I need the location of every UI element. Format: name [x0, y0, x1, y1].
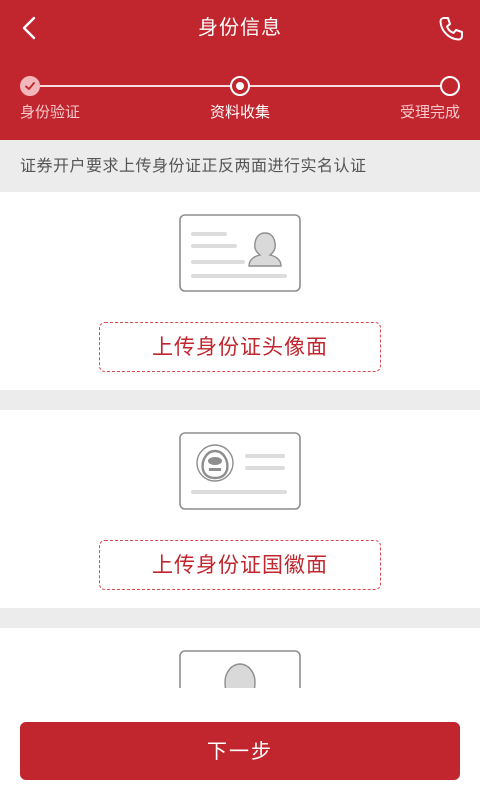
id-card-emblem-icon: [179, 432, 301, 510]
check-icon: [25, 82, 35, 90]
nav-bar: 身份信息: [0, 0, 480, 56]
step-3-label: 受理完成: [399, 103, 460, 121]
step-3-dot: [440, 76, 460, 96]
id-card-photo-icon: [179, 650, 301, 688]
upload-emblem-button[interactable]: 上传身份证国徽面: [99, 540, 381, 590]
step-1-dot: [20, 76, 40, 96]
notice-text: 证券开户要求上传身份证正反两面进行实名认证: [0, 140, 480, 192]
upload-card-portrait: 上传身份证头像面: [0, 192, 480, 390]
next-step-button[interactable]: 下一步: [20, 722, 460, 780]
id-card-portrait-icon: [179, 214, 301, 292]
step-2-dot: [230, 76, 250, 96]
footer: 下一步: [0, 688, 480, 800]
header: 身份信息 身份验证 资料收集 受理完成: [0, 0, 480, 140]
page-title: 身份信息: [198, 15, 282, 39]
upload-portrait-button[interactable]: 上传身份证头像面: [99, 322, 381, 372]
upload-card-photo: [0, 628, 480, 688]
phone-icon: [439, 17, 463, 41]
upload-card-emblem: 上传身份证国徽面: [0, 410, 480, 608]
phone-button[interactable]: [436, 14, 466, 44]
